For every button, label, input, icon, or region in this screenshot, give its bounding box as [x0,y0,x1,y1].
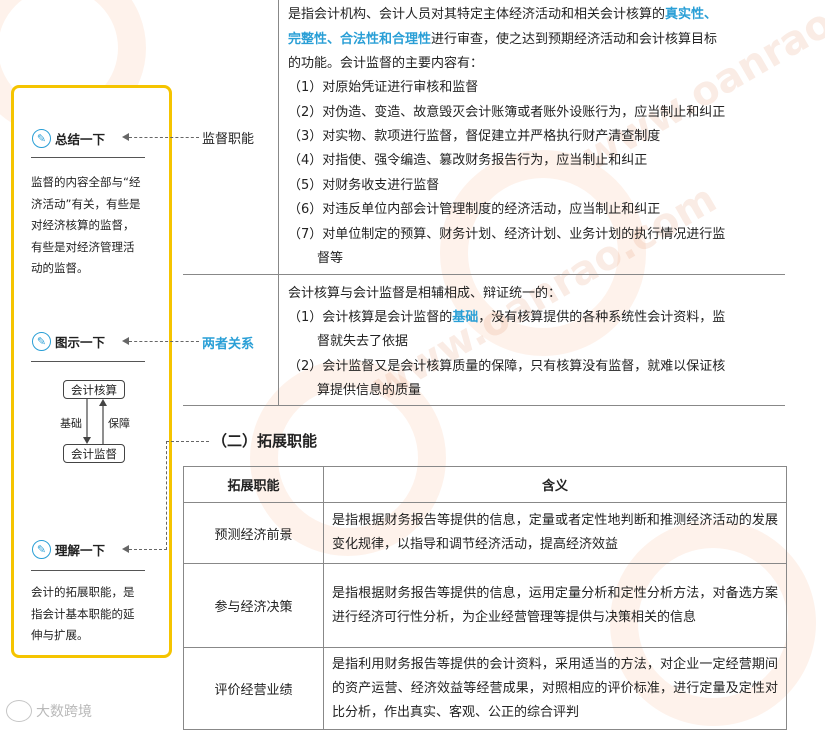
diagram-title: 图示一下 [55,334,106,350]
relation-item-2-line2: 算提供信息的质量 [317,383,422,398]
list-item: 督等 [317,251,344,266]
diagram-label-basis: 基础 [60,417,82,430]
list-item: （6）对违反单位内部会计管理制度的经济活动，应当制止和纠正 [288,202,661,217]
list-item: （4）对指使、强令编造、篡改财务报告行为，应当制止和纠正 [288,153,648,168]
relation-item-1-line2: 督就失去了依据 [317,334,409,349]
list-item: （1）对原始凭证进行审核和监督 [288,80,479,95]
arrow-left-icon [122,337,129,345]
table-divider [183,274,785,275]
arrow-left-icon [122,133,129,141]
brand-logo-icon [6,700,32,722]
diagram-arrows [83,399,107,444]
table-divider [278,0,279,405]
connector-line [129,341,199,342]
connector-line [166,441,167,550]
divider [31,570,145,571]
divider [31,361,145,362]
understand-title: 理解一下 [55,542,106,558]
row-label-relation: 两者关系 [202,337,255,352]
table-cell-meaning: 是指根据财务报告等提供的信息，运用定量分析和定性分析方法，对备选方案进行经济可行… [323,563,787,648]
relation-intro: 会计核算与会计监督是相辅相成、辩证统一的： [288,286,562,301]
diagram-box-supervision: 会计监督 [63,444,125,463]
column-header: 含义 [323,466,787,503]
table-header-row: 拓展职能 含义 [183,466,787,503]
supervision-intro-line3: 的功能。会计监督的主要内容有： [288,56,484,71]
table-cell-name: 参与经济决策 [183,563,324,648]
connector-line [129,137,199,138]
summary-title: 总结一下 [55,131,106,147]
supervision-intro: 是指会计机构、会计人员对其特定主体经济活动和相关会计核算的真实性、 [288,7,718,22]
pencil-icon: ✎ [32,331,51,351]
brand-name: 大数跨境 [36,704,92,720]
table-row: 评价经营业绩 是指利用财务报告等提供的会计资料，采用适当的方法，对企业一定经营期… [183,647,787,730]
relation-item-1: （1）会计核算是会计监督的基础，没有核算提供的各种系统性会计资料，监 [288,310,726,325]
table-cell-name: 评价经营业绩 [183,647,324,730]
pencil-icon: ✎ [32,539,51,559]
section-heading: （二）拓展职能 [212,432,318,450]
understand-text: 会计的拓展职能，是指会计基本职能的延伸与扩展。 [31,585,135,642]
extended-functions-table: 拓展职能 含义 预测经济前景 是指根据财务报告等提供的信息，定量或者定性地判断和… [183,466,787,730]
table-row: 参与经济决策 是指根据财务报告等提供的信息，运用定量分析和定性分析方法，对备选方… [183,563,787,648]
supervision-intro-line2: 完整性、合法性和合理性进行审查，使之达到预期经济活动和会计核算目标 [288,32,718,47]
brand-watermark: 大数跨境 [6,700,92,722]
table-cell-meaning: 是指利用财务报告等提供的会计资料，采用适当的方法，对企业一定经营期间的资产运营、… [323,647,787,730]
diagram-heading: ✎ 图示一下 [32,331,105,351]
divider [31,157,145,158]
sidebar-note-panel [11,85,172,658]
summary-heading: ✎ 总结一下 [32,128,105,148]
diagram-box-accounting: 会计核算 [63,380,125,399]
arrow-left-icon [122,545,129,553]
table-cell-name: 预测经济前景 [183,502,324,564]
connector-line [129,549,167,550]
connector-line [166,441,209,442]
table-cell-meaning: 是指根据财务报告等提供的信息，定量或者定性地判断和推测经济活动的发展变化规律，以… [323,502,787,564]
diagram-label-guarantee: 保障 [108,417,130,430]
understand-heading: ✎ 理解一下 [32,539,105,559]
column-header: 拓展职能 [183,466,324,503]
list-item: （2）对伪造、变造、故意毁灭会计账簿或者账外设账行为，应当制止和纠正 [288,105,726,120]
list-item: （5）对财务收支进行监督 [288,178,440,193]
relation-item-2: （2）会计监督又是会计核算质量的保障，只有核算没有监督，就难以保证核 [288,359,726,374]
summary-text: 监督的内容全部与“经济活动”有关，有些是对经济核算的监督，有些是对经济管理活动的… [31,175,141,275]
list-item: （7）对单位制定的预算、财务计划、经济计划、业务计划的执行情况进行监 [288,227,726,242]
pencil-icon: ✎ [32,128,51,148]
list-item: （3）对实物、款项进行监督，督促建立并严格执行财产清查制度 [288,129,661,144]
table-divider [183,405,785,406]
row-label-supervision: 监督职能 [202,132,255,147]
table-row: 预测经济前景 是指根据财务报告等提供的信息，定量或者定性地判断和推测经济活动的发… [183,502,787,564]
